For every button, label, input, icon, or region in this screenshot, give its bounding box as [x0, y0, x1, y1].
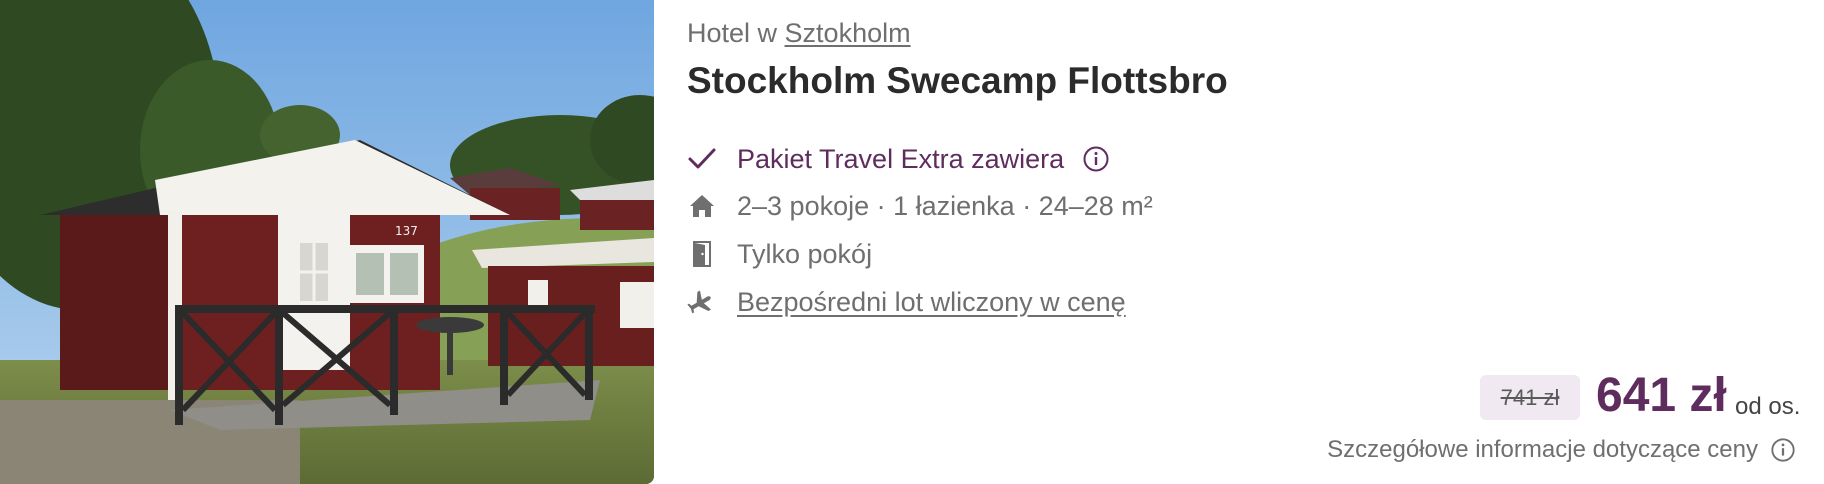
svg-text:137: 137: [395, 224, 418, 238]
feature-rooms: 2–3 pokoje · 1 łazienka · 24–28 m²: [687, 186, 1153, 226]
location-prefix: Hotel w: [687, 18, 778, 48]
info-icon[interactable]: [1082, 145, 1110, 173]
feature-label: 2–3 pokoje · 1 łazienka · 24–28 m²: [737, 190, 1153, 221]
price-unit: od os.: [1735, 393, 1801, 420]
hotel-name[interactable]: Stockholm Swecamp Flottsbro: [687, 60, 1228, 102]
hotel-photo[interactable]: 137: [0, 0, 654, 484]
check-icon: [687, 144, 717, 174]
city-link[interactable]: Sztokholm: [785, 18, 911, 48]
house-icon: [687, 191, 717, 221]
feature-room-only: Tylko pokój: [687, 234, 872, 274]
hotel-location: Hotel w Sztokholm: [687, 18, 911, 49]
door-icon: [687, 239, 717, 269]
feature-label: Tylko pokój: [737, 238, 873, 269]
price-details-label[interactable]: Szczegółowe informacje dotyczące ceny: [1327, 436, 1758, 464]
feature-label: Pakiet Travel Extra zawiera: [737, 143, 1065, 174]
feature-travel-extra: Pakiet Travel Extra zawiera: [687, 139, 1110, 179]
current-price: 641 zł: [1596, 369, 1727, 422]
feature-direct-flight[interactable]: Bezpośredni lot wliczony w cenę: [687, 282, 1126, 322]
direct-flight-link[interactable]: Bezpośredni lot wliczony w cenę: [737, 287, 1126, 318]
old-price: 741 zł: [1480, 375, 1580, 420]
info-icon[interactable]: [1770, 437, 1796, 463]
hotel-card[interactable]: 137 Hotel w Sztokholm Stockholm Swecamp: [0, 0, 1824, 484]
plane-icon: [687, 287, 717, 317]
price-details-link[interactable]: Szczegółowe informacje dotyczące ceny: [1327, 433, 1796, 467]
